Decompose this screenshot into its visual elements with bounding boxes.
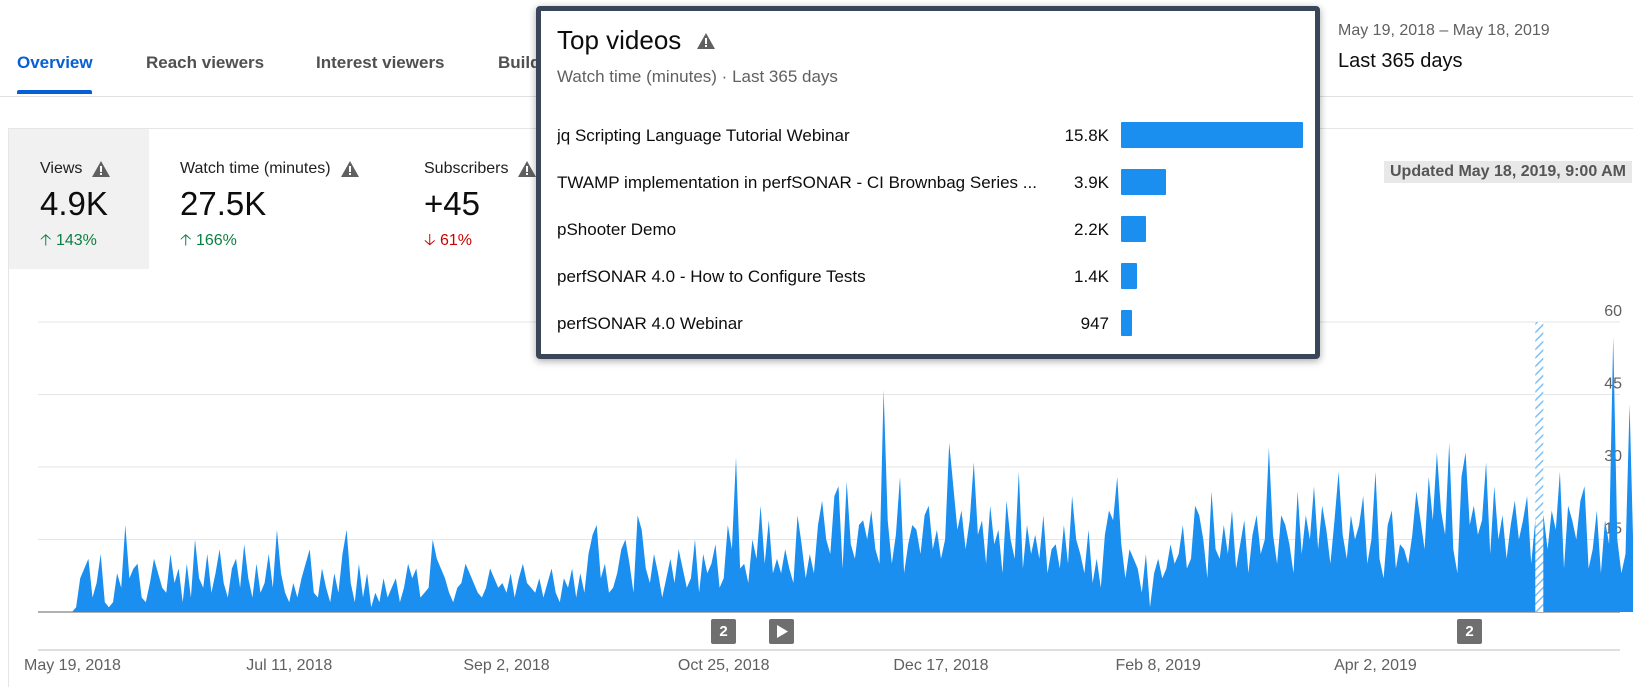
video-value: 3.9K	[1074, 173, 1109, 192]
popup-title-wrap: Top videos	[557, 25, 716, 56]
video-bar	[1121, 216, 1146, 242]
warning-icon[interactable]	[697, 32, 716, 49]
top-video-row[interactable]: perfSONAR 4.0 Webinar 947	[557, 309, 1307, 339]
x-tick-label: Jul 11, 2018	[246, 657, 332, 674]
play-marker[interactable]	[769, 619, 794, 644]
marker-badge[interactable]: 2	[711, 619, 736, 644]
play-icon	[777, 625, 788, 638]
video-bar	[1121, 310, 1132, 336]
video-title[interactable]: jq Scripting Language Tutorial Webinar	[557, 126, 1047, 146]
top-video-row[interactable]: pShooter Demo 2.2K	[557, 215, 1307, 245]
video-value: 1.4K	[1074, 267, 1109, 286]
video-value: 2.2K	[1074, 220, 1109, 239]
x-tick-label: Oct 25, 2018	[678, 657, 770, 674]
marker-badge[interactable]: 2	[1457, 619, 1482, 644]
series-area	[72, 336, 1633, 612]
x-tick-label: Sep 2, 2018	[463, 657, 549, 674]
video-value: 15.8K	[1064, 126, 1109, 145]
x-tick-label: Dec 17, 2018	[893, 657, 988, 674]
video-title[interactable]: perfSONAR 4.0 - How to Configure Tests	[557, 267, 1047, 287]
x-tick-label: Apr 2, 2019	[1334, 657, 1417, 674]
video-value: 947	[1080, 314, 1109, 333]
video-bar	[1121, 263, 1137, 289]
video-title[interactable]: perfSONAR 4.0 Webinar	[557, 314, 1047, 334]
video-title[interactable]: pShooter Demo	[557, 220, 1047, 240]
y-tick-label: 60	[1604, 303, 1622, 320]
top-video-row[interactable]: jq Scripting Language Tutorial Webinar 1…	[557, 121, 1307, 151]
video-bar	[1121, 169, 1166, 195]
popup-subtitle: Watch time (minutes) · Last 365 days	[557, 67, 838, 86]
hover-indicator	[1535, 322, 1544, 612]
video-title[interactable]: TWAMP implementation in perfSONAR - CI B…	[557, 173, 1047, 193]
x-tick-label: May 19, 2018	[24, 657, 121, 674]
popup-title: Top videos	[557, 25, 682, 55]
x-tick-label: Feb 8, 2019	[1116, 657, 1202, 674]
video-bar	[1121, 122, 1303, 148]
top-video-row[interactable]: perfSONAR 4.0 - How to Configure Tests 1…	[557, 262, 1307, 292]
top-video-row[interactable]: TWAMP implementation in perfSONAR - CI B…	[557, 168, 1307, 198]
top-videos-popup: Top videos Watch time (minutes) · Last 3…	[536, 6, 1320, 359]
